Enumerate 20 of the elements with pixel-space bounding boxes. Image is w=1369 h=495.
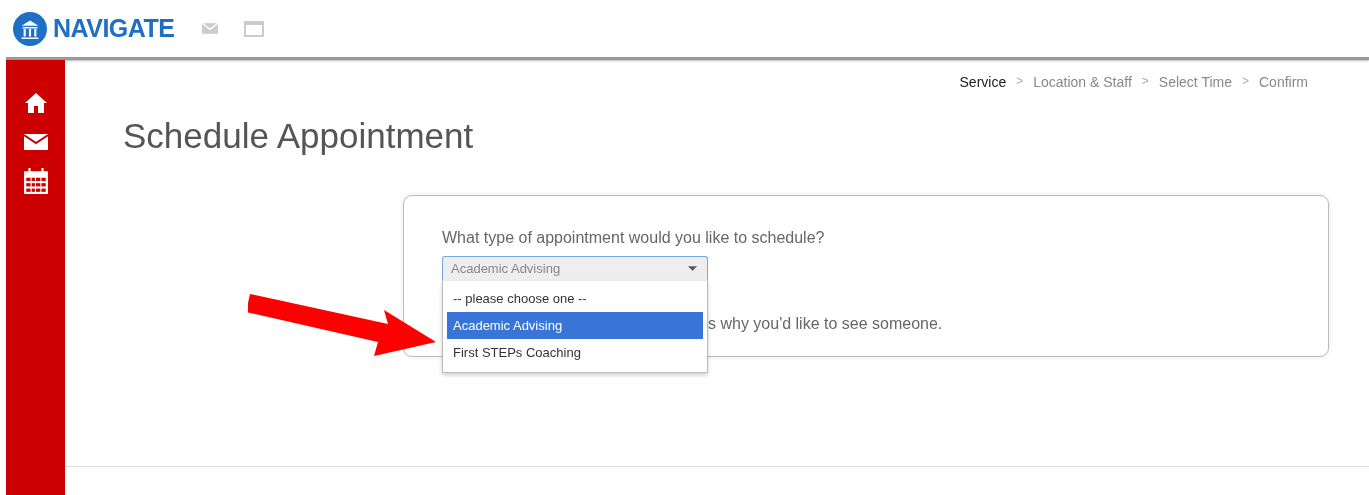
dropdown-option[interactable]: Academic Advising bbox=[447, 312, 703, 339]
separator: > bbox=[1141, 74, 1149, 90]
logo-text[interactable]: NAVIGATE bbox=[53, 14, 175, 43]
page-title: Schedule Appointment bbox=[123, 116, 475, 156]
dropdown-option[interactable]: First STEPs Coaching bbox=[447, 339, 703, 366]
dropdown-option[interactable]: -- please choose one -- bbox=[447, 285, 703, 312]
mail-icon[interactable] bbox=[23, 132, 48, 152]
separator: > bbox=[1016, 74, 1024, 90]
question-label: What type of appointment would you like to schedule? bbox=[442, 229, 826, 247]
breadcrumb-step: Location & Staff bbox=[1033, 74, 1132, 90]
breadcrumb-step: Select Time bbox=[1158, 74, 1232, 90]
breadcrumb-step: Confirm bbox=[1259, 74, 1308, 90]
prompt-text: s why you'd like to see someone. bbox=[708, 315, 944, 333]
appointment-type-select[interactable]: Academic Advising bbox=[442, 256, 708, 281]
home-icon[interactable] bbox=[23, 90, 48, 116]
caret-icon bbox=[688, 266, 697, 271]
logo-icon bbox=[13, 11, 47, 46]
separator: > bbox=[1241, 74, 1249, 90]
calendar-icon[interactable] bbox=[23, 168, 48, 194]
breadcrumb-step: Service bbox=[959, 74, 1007, 90]
